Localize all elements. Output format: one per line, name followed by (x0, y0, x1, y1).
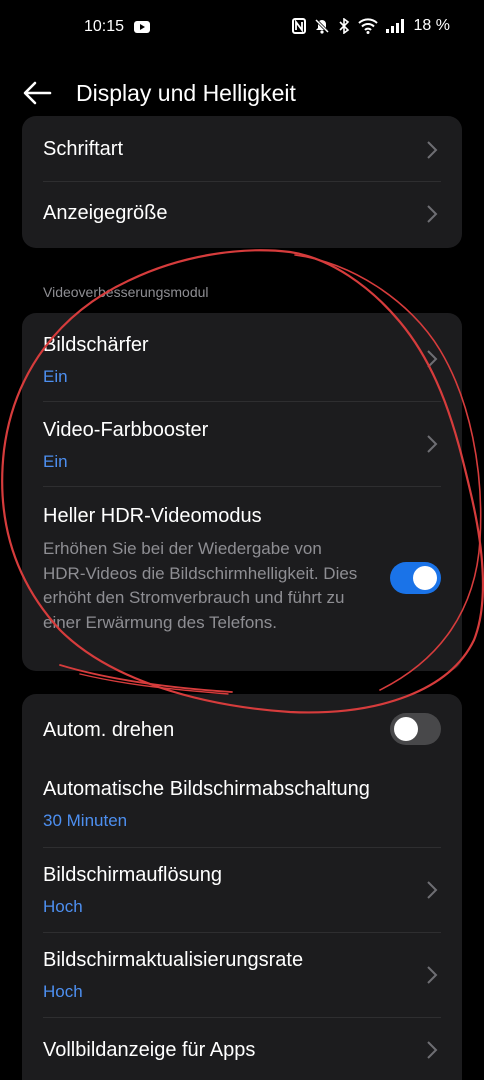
nfc-icon (291, 18, 306, 34)
settings-group-screen: Autom. drehen Automatische Bildschirmabs… (22, 694, 462, 1080)
bluetooth-icon (338, 18, 349, 34)
setting-title: Bildschirmaktualisierungsrate (43, 949, 304, 971)
setting-row-aktualisierungsrate[interactable]: Bildschirmaktualisierungsrate Hoch (22, 933, 462, 1018)
chevron-right-icon (427, 966, 438, 984)
toggle-knob (394, 717, 418, 741)
setting-description: Erhöhen Sie bei der Wiedergabe von HDR-V… (43, 539, 358, 632)
setting-title: Vollbildanzeige für Apps (43, 1039, 256, 1061)
setting-title: Automatische Bildschirmabschaltung (43, 778, 370, 800)
chevron-right-icon (427, 141, 438, 159)
setting-row-schriftart[interactable]: Schriftart (22, 116, 462, 182)
setting-title: Anzeigegröße (43, 202, 168, 224)
status-icons: 18 % (291, 17, 450, 35)
chevron-right-icon (427, 881, 438, 899)
settings-group-font: Schriftart Anzeigegröße (22, 116, 462, 248)
wifi-icon (357, 18, 378, 34)
setting-row-bildschaerfer[interactable]: Bildschärfer Ein (22, 313, 462, 401)
setting-row-anzeigegroesse[interactable]: Anzeigegröße (22, 182, 462, 248)
hdr-toggle[interactable] (390, 562, 441, 594)
setting-row-hdr-videomodus[interactable]: Heller HDR-Videomodus Erhöhen Sie bei de… (22, 487, 462, 671)
status-time: 10:15 (84, 18, 125, 35)
setting-title: Schriftart (43, 138, 124, 160)
setting-value: Hoch (43, 982, 83, 1001)
setting-title: Video-Farbbooster (43, 419, 209, 441)
setting-row-vollbildanzeige[interactable]: Vollbildanzeige für Apps (22, 1018, 462, 1080)
chevron-right-icon (427, 1041, 438, 1059)
settings-group-video: Bildschärfer Ein Video-Farbbooster Ein H… (22, 313, 462, 671)
page-title: Display und Helligkeit (76, 80, 296, 106)
setting-value: 30 Minuten (43, 811, 128, 830)
setting-row-bildschirmaufloesung[interactable]: Bildschirmauflösung Hoch (22, 848, 462, 933)
setting-row-video-farbbooster[interactable]: Video-Farbbooster Ein (22, 401, 462, 487)
status-bar: 10:15 18 % (0, 0, 484, 56)
setting-title: Heller HDR-Videomodus (43, 505, 262, 527)
youtube-icon (134, 21, 150, 33)
chevron-right-icon (427, 435, 438, 453)
setting-value: Hoch (43, 897, 83, 916)
chevron-right-icon (427, 350, 438, 368)
arrow-left-icon[interactable] (20, 78, 54, 108)
setting-title: Autom. drehen (43, 719, 175, 741)
setting-row-bildschirmabschaltung[interactable]: Automatische Bildschirmabschaltung 30 Mi… (22, 764, 462, 848)
setting-value: Ein (43, 452, 68, 471)
section-label: Videoverbesserungsmodul (43, 284, 209, 300)
setting-row-autom-drehen[interactable]: Autom. drehen (22, 694, 462, 764)
signal-icon (385, 19, 404, 33)
setting-value: Ein (43, 367, 68, 386)
battery-level: 18 % (413, 17, 450, 34)
setting-title: Bildschärfer (43, 334, 149, 356)
mute-icon (314, 18, 329, 34)
chevron-right-icon (427, 205, 438, 223)
toggle-knob (413, 566, 437, 590)
setting-title: Bildschirmauflösung (43, 864, 222, 886)
auto-rotate-toggle[interactable] (390, 713, 441, 745)
